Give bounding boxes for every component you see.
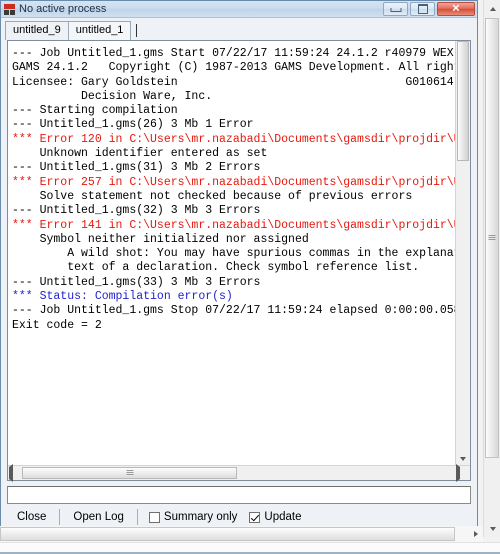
window-titlebar: No active process ✕ [1, 1, 477, 18]
log-line: *** Error 141 in C:\Users\mr.nazabadi\Do… [12, 218, 455, 232]
log-horizontal-scrollbar[interactable] [8, 464, 470, 482]
log-line: --- Job Untitled_1.gms Start 07/22/17 11… [12, 47, 455, 60]
log-line: Symbol neither initialized nor assigned [12, 232, 309, 246]
log-line: Unknown identifier entered as set [12, 147, 268, 161]
log-line: Licensee: Gary Goldstein G010614:2 [12, 75, 455, 89]
page-scroll-up-arrow[interactable] [485, 0, 500, 17]
log-line: Exit code = 2 [12, 318, 102, 332]
log-content-row: --- Job Untitled_1.gms Start 07/22/17 11… [8, 41, 470, 465]
page-hscroll-thumb[interactable] [0, 527, 455, 541]
page-scroll-down-arrow[interactable] [485, 520, 500, 537]
tab-label: untitled_9 [13, 24, 61, 36]
tab-text-caret [136, 24, 138, 37]
log-line: GAMS 24.1.2 Copyright (C) 1987-2013 GAMS… [12, 61, 455, 75]
gams-app-icon [4, 3, 15, 15]
log-line: A wild shot: You may have spurious comma… [12, 247, 455, 261]
tab-label: untitled_1 [75, 24, 124, 36]
log-line: --- Starting compilation [12, 104, 178, 118]
summary-only-label: Summary only [163, 510, 238, 523]
maximize-button[interactable] [410, 2, 435, 16]
tab-untitled-1[interactable]: untitled_1 [67, 21, 132, 40]
log-line: --- Untitled_1.gms(31) 3 Mb 2 Errors [12, 161, 261, 175]
page-footer-strip [0, 542, 500, 554]
window-controls: ✕ [383, 2, 475, 16]
toolbar-separator [59, 509, 61, 525]
log-vscroll-thumb[interactable] [457, 41, 469, 161]
process-log-window: No active process ✕ untitled_9 untitled_… [0, 0, 478, 531]
log-line: *** Error 257 in C:\Users\mr.nazabadi\Do… [12, 175, 455, 189]
tab-strip: untitled_9 untitled_1 [1, 18, 477, 40]
log-vertical-scrollbar[interactable] [455, 41, 470, 465]
log-line: --- Untitled_1.gms(26) 3 Mb 1 Error [12, 118, 254, 132]
page-root: No active process ✕ untitled_9 untitled_… [0, 0, 500, 554]
summary-only-checkbox[interactable]: Summary only [148, 510, 238, 524]
log-panel: --- Job Untitled_1.gms Start 07/22/17 11… [7, 40, 471, 482]
command-input[interactable] [7, 486, 471, 504]
log-hscroll-thumb[interactable] [22, 467, 237, 479]
close-button[interactable]: Close [7, 508, 56, 526]
log-line: Solve statement not checked because of p… [12, 189, 413, 203]
log-line: Decision Ware, Inc. [12, 89, 213, 103]
log-line: --- Untitled_1.gms(33) 3 Mb 3 Errors [12, 275, 261, 289]
open-log-button[interactable]: Open Log [63, 508, 134, 526]
tab-untitled-9[interactable]: untitled_9 [5, 21, 69, 40]
toolbar-separator [136, 509, 138, 525]
page-horizontal-scrollbar[interactable] [0, 526, 483, 542]
log-line: *** Status: Compilation error(s) [12, 290, 233, 304]
command-input-wrap [7, 486, 471, 504]
page-scroll-right-arrow[interactable] [468, 527, 483, 541]
log-scroll-left-arrow[interactable] [9, 464, 22, 482]
window-title: No active process [19, 2, 107, 15]
log-text-area[interactable]: --- Job Untitled_1.gms Start 07/22/17 11… [8, 41, 455, 465]
log-line: --- Job Untitled_1.gms Stop 07/22/17 11:… [12, 304, 455, 318]
summary-only-checkbox-box[interactable] [148, 511, 160, 523]
close-window-button[interactable]: ✕ [437, 2, 475, 16]
minimize-button[interactable] [383, 2, 408, 16]
log-line: *** Error 120 in C:\Users\mr.nazabadi\Do… [12, 132, 455, 146]
log-scroll-right-arrow[interactable] [456, 464, 469, 482]
page-vertical-scrollbar[interactable] [483, 0, 500, 537]
update-label: Update [264, 510, 302, 523]
log-line: --- Untitled_1.gms(32) 3 Mb 3 Errors [12, 204, 261, 218]
log-line: text of a declaration. Check symbol refe… [12, 261, 420, 275]
page-vscroll-thumb[interactable] [485, 18, 499, 458]
update-checkbox-box[interactable] [249, 511, 261, 523]
update-checkbox[interactable]: Update [249, 510, 302, 524]
